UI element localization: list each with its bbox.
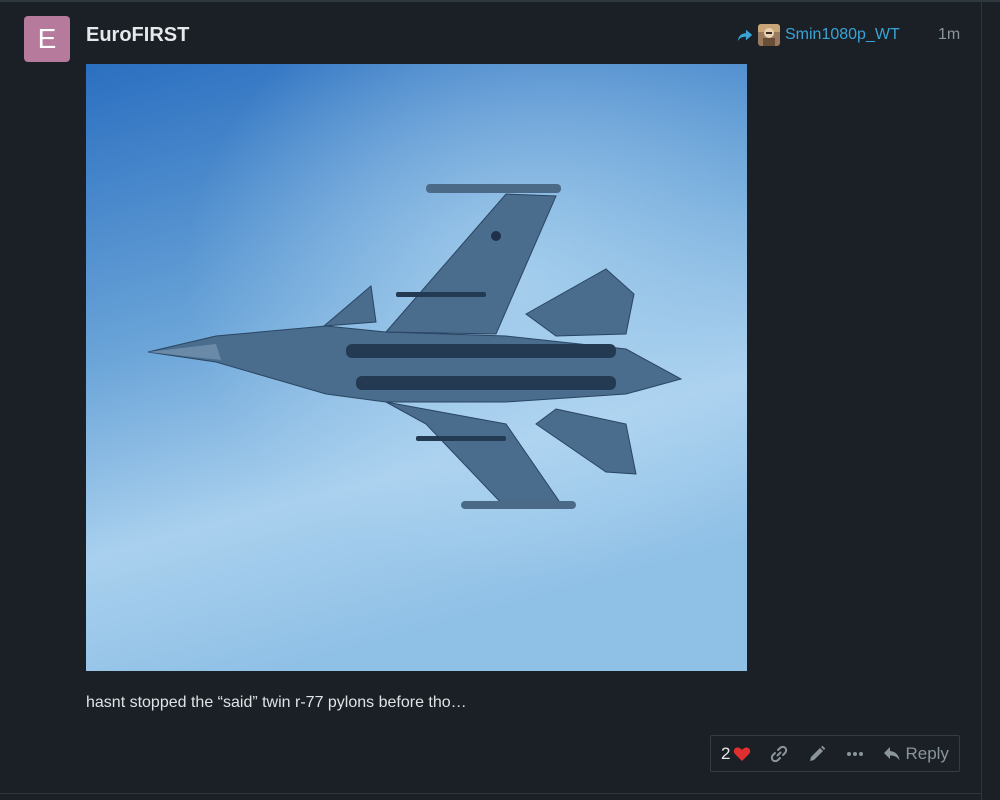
link-icon: [771, 745, 788, 762]
reply-user-avatar: [758, 24, 780, 46]
reply-to-link[interactable]: Smin1080p_WT: [736, 22, 900, 48]
ellipsis-icon: [847, 751, 864, 756]
reply-to-username: Smin1080p_WT: [785, 26, 900, 43]
bottom-divider: [0, 793, 982, 794]
reply-button[interactable]: Reply: [883, 743, 949, 764]
like-count: 2: [721, 743, 731, 763]
avatar[interactable]: E: [24, 16, 70, 62]
right-divider: [981, 0, 982, 800]
post-container: E EuroFIRST Smin1080p_WT 1m hasnt stoppe…: [0, 0, 1000, 800]
reply-arrow-icon: [884, 746, 900, 760]
post-username[interactable]: EuroFIRST: [86, 22, 189, 48]
pencil-icon: [810, 745, 826, 761]
reply-label: Reply: [905, 743, 949, 763]
edit-button[interactable]: [807, 744, 827, 764]
heart-icon: [734, 746, 751, 761]
post-body-text: hasnt stopped the “said” twin r-77 pylon…: [86, 694, 467, 711]
post-date[interactable]: 1m: [938, 22, 960, 48]
post-image[interactable]: [86, 64, 747, 671]
top-divider: [0, 0, 1000, 2]
like-button[interactable]: 2: [721, 735, 751, 772]
post-actions-bar: 2 Reply: [710, 735, 960, 772]
share-arrow-icon: [737, 29, 753, 42]
copy-link-button[interactable]: [769, 744, 789, 764]
more-options-button[interactable]: [845, 744, 865, 764]
fighter-jet-photo: [86, 64, 747, 671]
